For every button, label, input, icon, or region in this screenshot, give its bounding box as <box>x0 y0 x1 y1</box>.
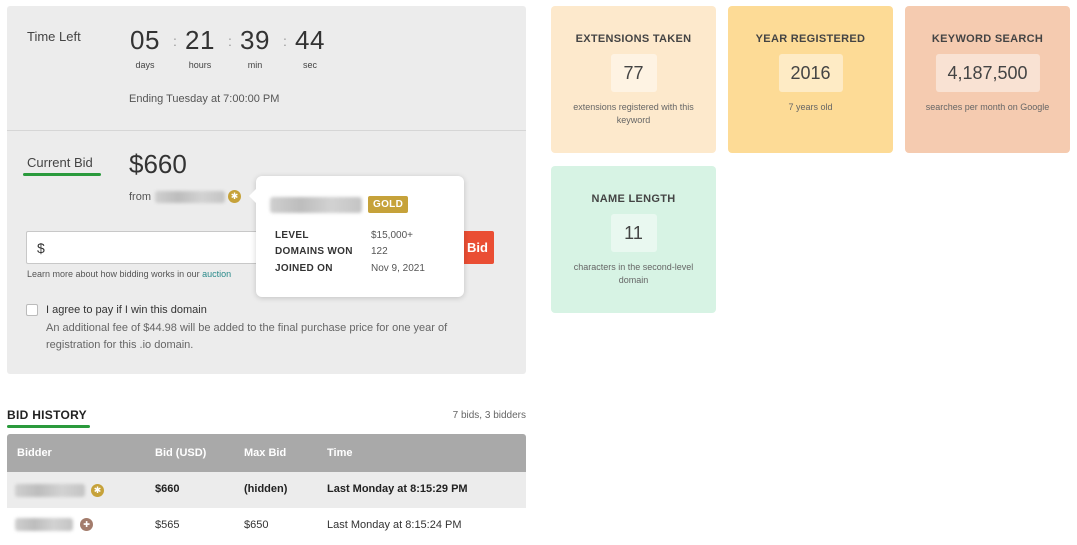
column-header-time: Time <box>327 447 353 459</box>
stat-value: 2016 <box>778 54 843 92</box>
bidder-name-redacted[interactable] <box>15 484 85 497</box>
level-key: LEVEL <box>275 230 309 241</box>
column-header-bidder: Bidder <box>17 447 52 459</box>
stat-title: NAME LENGTH <box>591 193 676 205</box>
stat-title: YEAR REGISTERED <box>755 33 866 45</box>
countdown-days: 05 days <box>125 26 165 70</box>
sec-label: sec <box>302 60 317 70</box>
level-value: $15,000+ <box>371 230 413 241</box>
learn-more-label: Learn more about how bidding works in ou… <box>27 269 203 279</box>
countdown-separator: : <box>283 33 287 49</box>
bid-cell: $660 <box>155 483 180 495</box>
hours-value: 21 <box>185 25 215 55</box>
stat-title: KEYWORD SEARCH <box>931 33 1044 45</box>
bidder-cell <box>15 518 94 531</box>
plus-badge-icon[interactable] <box>80 518 94 531</box>
stat-description: 7 years old <box>788 102 833 112</box>
countdown-section: Time Left 05 days : 21 hours : 39 min : … <box>7 6 526 130</box>
ending-time: Ending Tuesday at 7:00:00 PM <box>129 93 280 105</box>
stat-card-keyword-search: KEYWORD SEARCH 4,187,500 searches per mo… <box>905 6 1070 153</box>
time-cell: Last Monday at 8:15:29 PM <box>327 483 468 495</box>
column-header-max-bid: Max Bid <box>244 447 287 459</box>
countdown-hours: 21 hours <box>180 26 220 70</box>
bidder-cell <box>15 484 105 497</box>
stat-description: extensions registered with this keyword <box>573 102 694 125</box>
bidder-tooltip: GOLD LEVEL $15,000+ DOMAINS WON 122 JOIN… <box>249 176 464 297</box>
bid-history-table: Bidder Bid (USD) Max Bid Time $660 (hidd… <box>7 434 526 544</box>
stat-card-year-registered: YEAR REGISTERED 2016 7 years old <box>728 6 893 153</box>
from-label: from <box>129 190 151 203</box>
joined-value: Nov 9, 2021 <box>371 263 425 274</box>
domains-won-key: DOMAINS WON <box>275 246 353 257</box>
bid-history-underline <box>7 425 90 428</box>
learn-more-text: Learn more about how bidding works in ou… <box>27 269 231 279</box>
bidder-name-redacted[interactable] <box>155 190 225 203</box>
table-row: $660 (hidden) Last Monday at 8:15:29 PM <box>7 472 526 508</box>
bid-count: 7 bids, 3 bidders <box>452 410 526 421</box>
stat-title: EXTENSIONS TAKEN <box>575 33 692 45</box>
stat-description: searches per month on Google <box>925 102 1050 112</box>
stat-card-name-length: NAME LENGTH 11 characters in the second-… <box>551 166 716 313</box>
bidder-name-redacted[interactable] <box>15 518 73 531</box>
gold-star-icon[interactable] <box>91 484 105 497</box>
max-bid-cell: (hidden) <box>244 483 288 495</box>
domains-won-value: 122 <box>371 246 388 257</box>
time-cell: Last Monday at 8:15:24 PM <box>327 519 462 531</box>
fee-note: An additional fee of $44.98 will be adde… <box>46 322 448 351</box>
current-bid-amount: $660 <box>129 149 187 179</box>
current-bid-underline <box>23 173 101 176</box>
days-value: 05 <box>130 25 160 55</box>
agree-label[interactable]: I agree to pay if I win this domain <box>46 304 207 316</box>
stat-value: 11 <box>610 214 657 252</box>
tooltip-bidder-name-redacted <box>270 197 362 213</box>
bid-amount-input[interactable]: $ <box>26 231 266 264</box>
stat-card-extensions: EXTENSIONS TAKEN 77 extensions registere… <box>551 6 716 153</box>
gold-star-icon[interactable] <box>228 190 241 203</box>
table-row: $565 $650 Last Monday at 8:15:24 PM <box>7 508 526 544</box>
stat-value: 77 <box>610 54 657 92</box>
table-header: Bidder Bid (USD) Max Bid Time <box>7 434 526 472</box>
days-label: days <box>135 60 155 70</box>
joined-key: JOINED ON <box>275 263 333 274</box>
gold-badge: GOLD <box>368 196 409 213</box>
divider <box>7 130 526 131</box>
bid-from-row: from <box>129 190 241 203</box>
column-header-bid: Bid (USD) <box>155 447 207 459</box>
bid-history-title: BID HISTORY <box>7 408 87 422</box>
bid-cell: $565 <box>155 519 180 531</box>
agree-checkbox[interactable] <box>26 304 38 316</box>
countdown-separator: : <box>228 33 232 49</box>
countdown-separator: : <box>173 33 177 49</box>
min-label: min <box>247 60 263 70</box>
max-bid-cell: $650 <box>244 519 269 531</box>
stat-description: characters in the second-level domain <box>573 262 694 285</box>
countdown-sec: 44 sec <box>290 26 330 70</box>
current-bid-label: Current Bid <box>27 155 93 170</box>
countdown-min: 39 min <box>235 26 275 70</box>
auction-help-link[interactable]: auction <box>202 269 231 279</box>
time-left-label: Time Left <box>27 29 81 44</box>
stat-value: 4,187,500 <box>935 54 1040 92</box>
sec-value: 44 <box>295 25 325 55</box>
min-value: 39 <box>240 25 270 55</box>
hours-label: hours <box>188 60 212 70</box>
